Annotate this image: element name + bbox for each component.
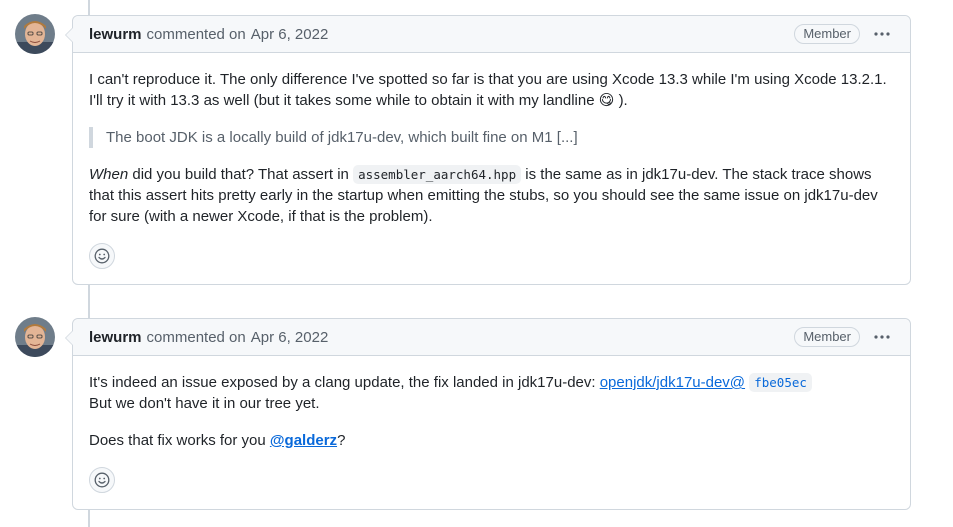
member-badge: Member (794, 327, 860, 347)
author-link[interactable]: lewurm (89, 26, 142, 43)
comment-action: commented on (146, 328, 246, 346)
comment-header: lewurm commented on Apr 6, 2022 Member (73, 16, 910, 53)
user-mention-link[interactable]: @galderz (270, 432, 337, 449)
smiley-icon (94, 472, 110, 488)
more-options-icon[interactable] (870, 327, 894, 347)
emoji-icon: 😋 (598, 92, 615, 109)
commit-sha[interactable]: fbe05ec (749, 373, 812, 392)
commit-link[interactable]: openjdk/jdk17u-dev@ (600, 374, 745, 391)
avatar[interactable] (15, 317, 55, 357)
add-reaction-button[interactable] (89, 467, 115, 493)
paragraph: It's indeed an issue exposed by a clang … (89, 372, 894, 414)
avatar[interactable] (15, 14, 55, 54)
comment-date[interactable]: Apr 6, 2022 (251, 329, 329, 346)
paragraph: When did you build that? That assert in … (89, 165, 878, 225)
comment-header: lewurm commented on Apr 6, 2022 Member (73, 319, 910, 356)
add-reaction-button[interactable] (89, 243, 115, 269)
comment-box: lewurm commented on Apr 6, 2022 Member I… (65, 15, 911, 285)
more-options-icon[interactable] (870, 24, 894, 44)
comment-date[interactable]: Apr 6, 2022 (251, 26, 329, 43)
member-badge: Member (794, 24, 860, 44)
comment-action: commented on (146, 25, 246, 43)
paragraph: I can't reproduce it. The only differenc… (89, 71, 887, 109)
comment-body: I can't reproduce it. The only differenc… (73, 53, 910, 285)
paragraph: Does that fix works for you @galderz? (89, 432, 346, 449)
author-link[interactable]: lewurm (89, 329, 142, 346)
comment-box: lewurm commented on Apr 6, 2022 Member I… (65, 318, 911, 510)
inline-code: assembler_aarch64.hpp (353, 165, 522, 184)
comment-body: It's indeed an issue exposed by a clang … (73, 356, 910, 509)
blockquote: The boot JDK is a locally build of jdk17… (89, 127, 894, 148)
smiley-icon (94, 248, 110, 264)
